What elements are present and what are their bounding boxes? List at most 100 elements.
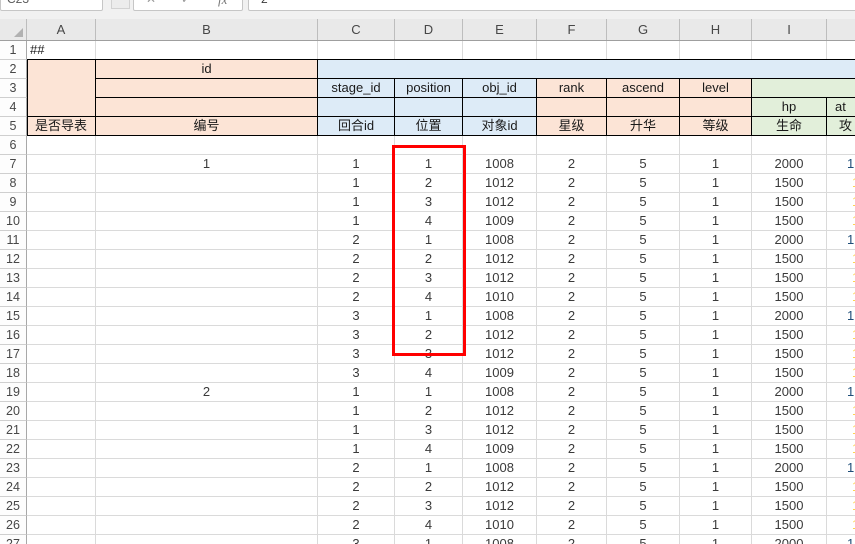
cell-E3[interactable]: obj_id (463, 79, 537, 98)
cell-F14[interactable]: 2 (537, 288, 607, 307)
cell-F10[interactable]: 2 (537, 212, 607, 231)
cell-E18[interactable]: 1009 (463, 364, 537, 383)
cell-E5[interactable]: 对象id (463, 117, 537, 136)
cell-F24[interactable]: 2 (537, 478, 607, 497)
cell-D7[interactable]: 1 (395, 155, 463, 174)
cell-D12[interactable]: 2 (395, 250, 463, 269)
cell-I14[interactable]: 1500 (752, 288, 827, 307)
cell-H23[interactable]: 1 (680, 459, 752, 478)
row-header-23[interactable]: 23 (0, 459, 27, 478)
cell-I24[interactable]: 1500 (752, 478, 827, 497)
cell-H9[interactable]: 1 (680, 193, 752, 212)
cell-E4[interactable] (463, 98, 537, 117)
cell-A15[interactable] (27, 307, 96, 326)
cell-B23[interactable] (96, 459, 318, 478)
cell-C20[interactable]: 1 (318, 402, 395, 421)
cell-D25[interactable]: 3 (395, 497, 463, 516)
cell-F8[interactable]: 2 (537, 174, 607, 193)
row-header-9[interactable]: 9 (0, 193, 27, 212)
cell-F20[interactable]: 2 (537, 402, 607, 421)
cell-G19[interactable]: 5 (607, 383, 680, 402)
cell-B9[interactable] (96, 193, 318, 212)
cell-C18[interactable]: 3 (318, 364, 395, 383)
cell-J5[interactable]: 攻 (827, 117, 855, 136)
cell-C26[interactable]: 2 (318, 516, 395, 535)
cell-G4[interactable] (607, 98, 680, 117)
cell-G16[interactable]: 5 (607, 326, 680, 345)
cell-J13[interactable]: 1 (827, 269, 855, 288)
cell-D11[interactable]: 1 (395, 231, 463, 250)
cell-A19[interactable] (27, 383, 96, 402)
cell-J9[interactable]: 1 (827, 193, 855, 212)
cell-B11[interactable] (96, 231, 318, 250)
cell-H20[interactable]: 1 (680, 402, 752, 421)
row-header-25[interactable]: 25 (0, 497, 27, 516)
cell-D27[interactable]: 1 (395, 535, 463, 544)
cell-H3[interactable]: level (680, 79, 752, 98)
cell-H8[interactable]: 1 (680, 174, 752, 193)
cell-E1[interactable] (463, 41, 537, 60)
cell-E7[interactable]: 1008 (463, 155, 537, 174)
row-header-26[interactable]: 26 (0, 516, 27, 535)
cell-F27[interactable]: 2 (537, 535, 607, 544)
cell-F15[interactable]: 2 (537, 307, 607, 326)
cell-A14[interactable] (27, 288, 96, 307)
cell-H6[interactable] (680, 136, 752, 155)
cell-I26[interactable]: 1500 (752, 516, 827, 535)
cell-B26[interactable] (96, 516, 318, 535)
cell-D21[interactable]: 3 (395, 421, 463, 440)
cell-H12[interactable]: 1 (680, 250, 752, 269)
cell-E6[interactable] (463, 136, 537, 155)
cell-A23[interactable] (27, 459, 96, 478)
cell-J19[interactable]: 1 (827, 383, 855, 402)
cell-J1[interactable] (827, 41, 855, 60)
row-header-11[interactable]: 11 (0, 231, 27, 250)
cell-H24[interactable]: 1 (680, 478, 752, 497)
cell-J20[interactable]: 1 (827, 402, 855, 421)
cell-I16[interactable]: 1500 (752, 326, 827, 345)
row-header-8[interactable]: 8 (0, 174, 27, 193)
cell-B3[interactable] (96, 79, 318, 98)
cell-C4[interactable] (318, 98, 395, 117)
cell-H11[interactable]: 1 (680, 231, 752, 250)
cell-I21[interactable]: 1500 (752, 421, 827, 440)
cell-H21[interactable]: 1 (680, 421, 752, 440)
cell-I22[interactable]: 1500 (752, 440, 827, 459)
cell-G14[interactable]: 5 (607, 288, 680, 307)
cell-D17[interactable]: 3 (395, 345, 463, 364)
cell-F6[interactable] (537, 136, 607, 155)
cell-C3[interactable]: stage_id (318, 79, 395, 98)
cell-D19[interactable]: 1 (395, 383, 463, 402)
cell-C6[interactable] (318, 136, 395, 155)
cell-A16[interactable] (27, 326, 96, 345)
cell-J21[interactable]: 1 (827, 421, 855, 440)
cell-F17[interactable]: 2 (537, 345, 607, 364)
cell-B24[interactable] (96, 478, 318, 497)
cell-F9[interactable]: 2 (537, 193, 607, 212)
cell-G17[interactable]: 5 (607, 345, 680, 364)
cell-J24[interactable]: 1 (827, 478, 855, 497)
cell-G18[interactable]: 5 (607, 364, 680, 383)
cell-G9[interactable]: 5 (607, 193, 680, 212)
cell-G5[interactable]: 升华 (607, 117, 680, 136)
cell-A7[interactable] (27, 155, 96, 174)
cell-D1[interactable] (395, 41, 463, 60)
cell-E8[interactable]: 1012 (463, 174, 537, 193)
cell-A6[interactable] (27, 136, 96, 155)
cell-J14[interactable]: 1 (827, 288, 855, 307)
row-header-6[interactable]: 6 (0, 136, 27, 155)
cell-B12[interactable] (96, 250, 318, 269)
cell-H27[interactable]: 1 (680, 535, 752, 544)
row-header-4[interactable]: 4 (0, 98, 27, 117)
cell-A1[interactable]: ## (27, 41, 96, 60)
cell-C11[interactable]: 2 (318, 231, 395, 250)
cell-G7[interactable]: 5 (607, 155, 680, 174)
cell-I17[interactable]: 1500 (752, 345, 827, 364)
row-header-27[interactable]: 27 (0, 535, 27, 544)
cell-I25[interactable]: 1500 (752, 497, 827, 516)
cell-E13[interactable]: 1012 (463, 269, 537, 288)
cell-D13[interactable]: 3 (395, 269, 463, 288)
cell-F16[interactable]: 2 (537, 326, 607, 345)
cell-A10[interactable] (27, 212, 96, 231)
cell-E9[interactable]: 1012 (463, 193, 537, 212)
